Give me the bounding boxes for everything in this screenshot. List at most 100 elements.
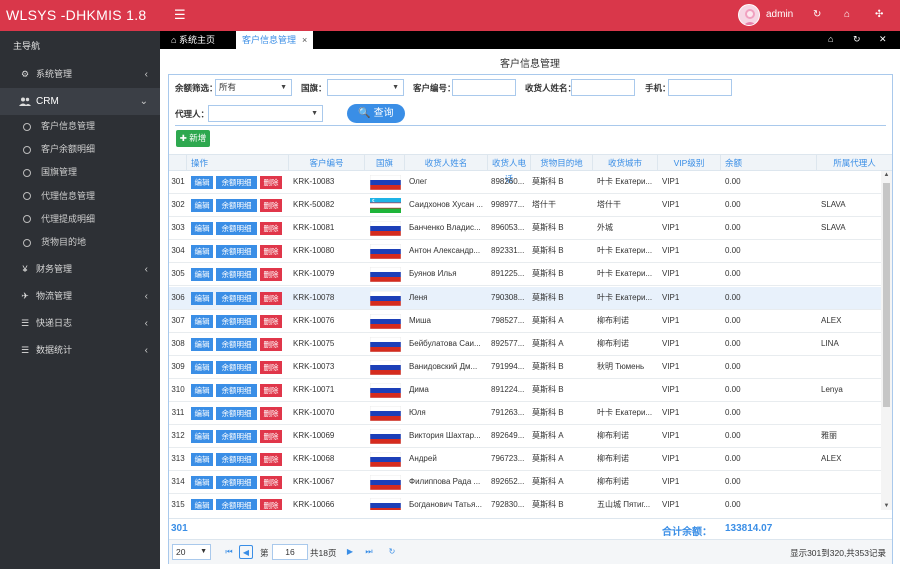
agent-select[interactable]: ▼ xyxy=(208,105,323,122)
col-customer-no[interactable]: 客户编号 xyxy=(289,155,365,171)
next-page-icon[interactable]: ▶ xyxy=(343,545,357,559)
balance-detail-button[interactable]: 余额明细 xyxy=(216,407,257,420)
table-row[interactable]: 302 编辑 余额明细 删除 KRK-50082 Саидхонов Хусан ... 9… xyxy=(169,194,881,218)
refresh-icon[interactable]: ↻ xyxy=(813,9,821,21)
scroll-up-icon[interactable]: ▲ xyxy=(881,172,892,178)
add-button[interactable]: ✚ 新增 xyxy=(176,130,210,147)
sidebar-item-finance[interactable]: ¥ 财务管理 ‹ xyxy=(0,256,160,283)
delete-button[interactable]: 删除 xyxy=(260,360,282,374)
balance-detail-button[interactable]: 余额明细 xyxy=(216,453,257,467)
delete-button[interactable]: 删除 xyxy=(260,291,282,305)
table-row[interactable]: 312 编辑 余额明细 删除 KRK-10069 Виктория Шахтар... 89… xyxy=(169,425,881,449)
col-agent[interactable]: 所属代理人 xyxy=(817,155,892,171)
table-row[interactable]: 310 编辑 余额明细 删除 KRK-10071 Дима 891224... 莫斯科 B VI… xyxy=(169,379,881,402)
sidebar-item-statistics[interactable]: ☰ 数据统计 ‹ xyxy=(0,337,160,364)
sidebar-sub-balance-detail[interactable]: 客户余额明细 xyxy=(0,138,160,161)
edit-button[interactable]: 编辑 xyxy=(191,291,213,305)
search-button[interactable]: 🔍 查询 xyxy=(347,104,405,123)
col-receiver-phone[interactable]: 收货人电话 xyxy=(488,155,531,184)
edit-button[interactable]: 编辑 xyxy=(191,199,213,213)
col-flag[interactable]: 国旗 xyxy=(365,155,405,171)
balance-detail-button[interactable]: 余额明细 xyxy=(216,291,257,305)
edit-button[interactable]: 编辑 xyxy=(191,383,213,397)
phone-input[interactable] xyxy=(668,79,732,96)
edit-button[interactable]: 编辑 xyxy=(191,176,213,189)
table-row[interactable]: 306 编辑 余额明细 删除 KRK-10078 Леня 790308... 莫斯科 B 叶卡… xyxy=(169,286,881,310)
col-actions[interactable]: 操作 xyxy=(187,155,289,171)
avatar[interactable] xyxy=(738,4,760,26)
table-row[interactable]: 301 编辑 余额明细 删除 KRK-10083 Олег 898260... 莫斯科 B 叶卡… xyxy=(169,171,881,195)
balance-detail-button[interactable]: 余额明细 xyxy=(216,314,257,328)
table-row[interactable]: 314 编辑 余额明细 删除 KRK-10067 Филиппова Рада ... 89… xyxy=(169,471,881,495)
table-row[interactable]: 305 编辑 余额明细 删除 KRK-10079 Буянов Илья 891225...… xyxy=(169,263,881,287)
balance-detail-button[interactable]: 余额明细 xyxy=(216,337,257,351)
scroll-down-icon[interactable]: ▼ xyxy=(881,503,892,509)
sidebar-item-system[interactable]: ⚙ 系统管理 ‹ xyxy=(0,61,160,88)
sidebar-sub-customer-info[interactable]: 客户信息管理 xyxy=(0,115,160,138)
edit-button[interactable]: 编辑 xyxy=(191,430,213,444)
user-name[interactable]: admin xyxy=(766,9,793,20)
edit-button[interactable]: 编辑 xyxy=(191,453,213,467)
balance-detail-button[interactable]: 余额明细 xyxy=(216,476,257,490)
close-icon[interactable]: × xyxy=(302,35,307,45)
balance-detail-button[interactable]: 余额明细 xyxy=(216,222,257,236)
edit-button[interactable]: 编辑 xyxy=(191,268,213,282)
table-row[interactable]: 303 编辑 余额明细 删除 KRK-10081 Банченко Владис... 89… xyxy=(169,217,881,241)
sidebar-item-logistics[interactable]: ✈ 物流管理 ‹ xyxy=(0,283,160,310)
col-city[interactable]: 收货城市 xyxy=(593,155,658,171)
table-row[interactable]: 304 编辑 余额明细 删除 KRK-10080 Антон Александр... 89… xyxy=(169,240,881,264)
edit-button[interactable]: 编辑 xyxy=(191,314,213,328)
table-row[interactable]: 308 编辑 余额明细 删除 KRK-10075 Бейбулатова Саи... 89… xyxy=(169,333,881,356)
edit-button[interactable]: 编辑 xyxy=(191,407,213,420)
delete-button[interactable]: 删除 xyxy=(260,337,282,351)
delete-button[interactable]: 删除 xyxy=(260,383,282,397)
balance-detail-button[interactable]: 余额明细 xyxy=(216,499,257,510)
balance-detail-button[interactable]: 余额明细 xyxy=(216,176,257,189)
delete-button[interactable]: 删除 xyxy=(260,407,282,420)
col-vip[interactable]: VIP级别 xyxy=(658,155,721,171)
scrollbar-thumb[interactable] xyxy=(883,183,890,407)
balance-detail-button[interactable]: 余额明细 xyxy=(216,430,257,444)
edit-button[interactable]: 编辑 xyxy=(191,337,213,351)
balance-detail-button[interactable]: 余额明细 xyxy=(216,199,257,213)
balance-detail-button[interactable]: 余额明细 xyxy=(216,383,257,397)
page-size-select[interactable]: 20 ▼ xyxy=(172,544,211,560)
edit-button[interactable]: 编辑 xyxy=(191,476,213,490)
sidebar-sub-agent-info[interactable]: 代理信息管理 xyxy=(0,185,160,208)
delete-button[interactable]: 删除 xyxy=(260,499,282,510)
last-page-icon[interactable]: ⏭ xyxy=(362,545,376,559)
refresh-icon[interactable]: ↻ xyxy=(385,545,399,559)
col-balance[interactable]: 余额 xyxy=(721,155,817,171)
delete-button[interactable]: 删除 xyxy=(260,314,282,328)
sidebar-sub-destination[interactable]: 货物目的地 xyxy=(0,231,160,254)
sidebar-sub-flags[interactable]: 国旗管理 xyxy=(0,161,160,184)
balance-detail-button[interactable]: 余额明细 xyxy=(216,360,257,374)
delete-button[interactable]: 删除 xyxy=(260,245,282,259)
close-icon[interactable]: ✕ xyxy=(879,34,887,45)
receiver-name-input[interactable] xyxy=(571,79,635,96)
col-destination[interactable]: 货物目的地 xyxy=(531,155,593,171)
sidebar-item-express-log[interactable]: ☰ 快递日志 ‹ xyxy=(0,310,160,337)
customer-no-input[interactable] xyxy=(452,79,516,96)
edit-button[interactable]: 编辑 xyxy=(191,499,213,510)
sidebar-sub-agent-commission[interactable]: 代理提成明细 xyxy=(0,208,160,231)
edit-button[interactable]: 编辑 xyxy=(191,245,213,259)
refresh-icon[interactable]: ↻ xyxy=(853,34,861,45)
home-icon[interactable]: ⌂ xyxy=(844,9,850,21)
table-row[interactable]: 311 编辑 余额明细 删除 KRK-10070 Юля 791263... 莫斯科 B 叶卡 … xyxy=(169,402,881,426)
col-receiver-name[interactable]: 收货人姓名 xyxy=(405,155,488,171)
tab-customer-info[interactable]: 客户信息管理 × xyxy=(236,31,314,49)
table-row[interactable]: 307 编辑 余额明细 删除 KRK-10076 Миша 798527... 莫斯科 A 柳布… xyxy=(169,310,881,333)
delete-button[interactable]: 删除 xyxy=(260,453,282,467)
delete-button[interactable]: 删除 xyxy=(260,430,282,444)
fullscreen-icon[interactable]: ✣ xyxy=(875,9,883,21)
delete-button[interactable]: 删除 xyxy=(260,176,282,189)
tab-home[interactable]: ⌂ 系统主页 xyxy=(165,31,221,49)
delete-button[interactable]: 删除 xyxy=(260,199,282,213)
balance-detail-button[interactable]: 余额明细 xyxy=(216,245,257,259)
first-page-icon[interactable]: ⏮ xyxy=(222,545,236,559)
delete-button[interactable]: 删除 xyxy=(260,222,282,236)
menu-toggle-icon[interactable]: ☰ xyxy=(174,8,186,22)
delete-button[interactable]: 删除 xyxy=(260,268,282,282)
edit-button[interactable]: 编辑 xyxy=(191,360,213,374)
